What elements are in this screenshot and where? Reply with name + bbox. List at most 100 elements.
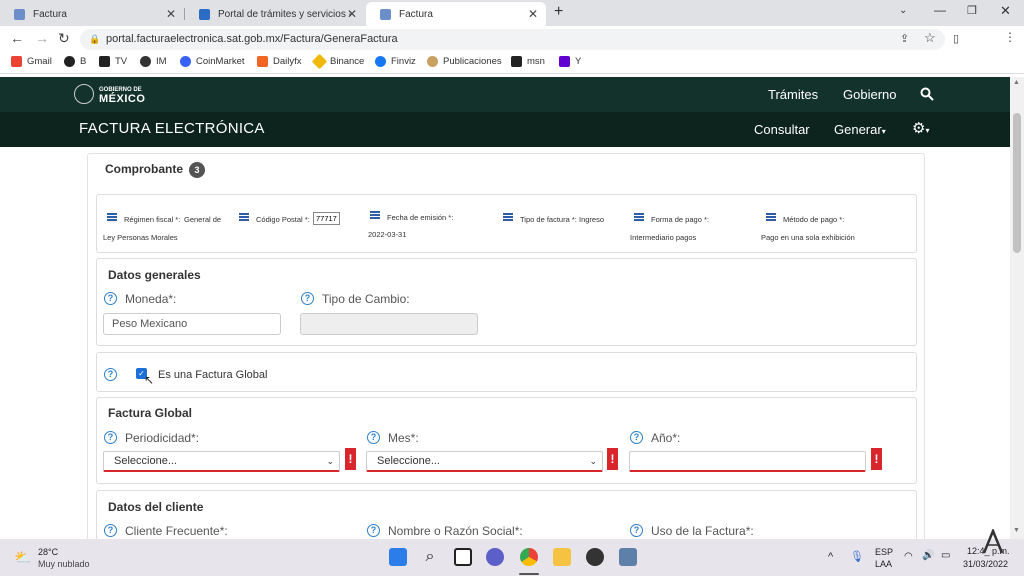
nav-generar[interactable]: Generar▾ — [834, 122, 886, 137]
tab-title: Factura — [399, 8, 433, 20]
gear-icon[interactable]: ⚙▾ — [912, 119, 929, 137]
battery-icon[interactable]: ▭ — [941, 550, 950, 561]
periodicidad-label: Periodicidad*: — [125, 431, 200, 445]
dailyfx-icon — [257, 56, 268, 67]
bookmark-label: Finviz — [391, 56, 416, 67]
moneda-field[interactable]: Peso Mexicano — [103, 313, 281, 335]
nav-tramites[interactable]: Trámites — [768, 87, 818, 102]
chevron-down-icon: ⌄ — [326, 456, 334, 466]
scroll-thumb[interactable] — [1013, 113, 1021, 253]
bookmark-dailyfx[interactable]: Dailyfx — [257, 56, 302, 67]
bookmark-msn[interactable]: msn — [511, 56, 545, 67]
weather-icon[interactable]: ⛅ — [14, 549, 31, 566]
browser-tab-active[interactable]: Factura ✕ — [366, 2, 546, 26]
list-icon — [370, 211, 380, 219]
start-icon[interactable] — [389, 548, 407, 566]
bookmark-publicaciones[interactable]: Publicaciones — [427, 56, 502, 67]
bookmark-tv[interactable]: TV — [99, 56, 127, 67]
tipo-cambio-field[interactable] — [300, 313, 478, 335]
datos-generales-panel: Datos generales ? Moneda*: Peso Mexicano… — [96, 258, 917, 346]
tab-title: Factura — [33, 8, 67, 20]
help-icon[interactable]: ? — [104, 431, 117, 444]
lang-2[interactable]: LAA — [875, 559, 892, 569]
close-icon[interactable]: ✕ — [528, 7, 538, 21]
factura-global-check-panel: ? ✓ Es una Factura Global ↖ — [96, 352, 917, 392]
menu-dots-icon[interactable]: ⋮ — [1004, 30, 1016, 44]
help-icon[interactable]: ? — [301, 292, 314, 305]
reload-icon[interactable]: ↻ — [58, 30, 70, 47]
tipo-cambio-label: Tipo de Cambio: — [322, 292, 410, 306]
bookmark-im[interactable]: IM — [140, 56, 167, 67]
chevron-down-icon: ⌄ — [589, 456, 597, 466]
bookmark-label: IM — [156, 56, 167, 67]
file-explorer-icon[interactable] — [553, 548, 571, 566]
calculator-icon[interactable] — [619, 548, 637, 566]
wifi-icon[interactable]: ◠ — [904, 551, 913, 562]
forma-label: Forma de pago *: — [651, 215, 709, 224]
bookmark-coinmarket[interactable]: CoinMarket — [180, 56, 245, 67]
close-window-icon[interactable]: ✕ — [1000, 3, 1011, 19]
chat-icon[interactable] — [486, 548, 504, 566]
mes-select[interactable]: Seleccione... ⌄ — [366, 451, 603, 472]
cp-value: 77717 — [313, 212, 340, 225]
count-badge: 3 — [189, 162, 205, 178]
scroll-down-icon[interactable]: ▼ — [1013, 527, 1020, 534]
bookmark-label: B — [80, 56, 87, 67]
bookmark-finviz[interactable]: Finviz — [375, 56, 416, 67]
star-icon[interactable]: ☆ — [924, 30, 936, 46]
forward-icon[interactable]: → — [35, 30, 49, 46]
search-icon[interactable] — [920, 87, 934, 101]
bookmark-gmail[interactable]: Gmail — [11, 56, 52, 67]
b-icon — [64, 56, 75, 67]
share-icon[interactable]: ⇪ — [900, 32, 909, 45]
nav-gobierno[interactable]: Gobierno — [843, 87, 896, 102]
lang-1[interactable]: ESP — [875, 547, 893, 557]
microphone-icon[interactable]: 🎙 — [850, 550, 864, 563]
periodicidad-select[interactable]: Seleccione... ⌄ — [103, 451, 340, 472]
close-icon[interactable]: ✕ — [347, 7, 357, 21]
help-icon[interactable]: ? — [104, 524, 117, 537]
select-value: Seleccione... — [114, 455, 177, 467]
url-field[interactable]: 🔒 portal.facturaelectronica.sat.gob.mx/F… — [80, 29, 945, 50]
help-icon[interactable]: ? — [367, 524, 380, 537]
search-icon[interactable]: ⌕ — [421, 548, 439, 566]
bookmark-binance[interactable]: Binance — [311, 53, 364, 70]
nav-consultar[interactable]: Consultar — [754, 122, 810, 137]
document-icon — [14, 8, 25, 20]
datos-cliente-panel: Datos del cliente ? Cliente Frecuente*: … — [96, 490, 917, 539]
scroll-up-icon[interactable]: ▲ — [1013, 79, 1020, 86]
task-view-icon[interactable] — [454, 548, 472, 566]
metodo-label: Método de pago *: — [783, 215, 845, 224]
comprobante-title: Comprobante 3 — [105, 162, 205, 178]
factura-global-title: Factura Global — [108, 406, 193, 420]
bookmark-y[interactable]: Y — [559, 56, 581, 67]
help-icon[interactable]: ? — [104, 292, 117, 305]
close-icon[interactable]: ✕ — [166, 7, 176, 21]
page-title: FACTURA ELECTRÓNICA — [79, 120, 265, 137]
binance-icon — [311, 53, 328, 70]
list-icon — [503, 213, 513, 221]
page-scrollbar[interactable]: ▲ ▼ — [1010, 77, 1024, 539]
chrome-icon[interactable] — [520, 548, 538, 566]
gov-header: GOBIERNO DE MÉXICO Trámites Gobierno — [0, 77, 1010, 112]
app-icon[interactable] — [586, 548, 604, 566]
help-icon[interactable]: ? — [630, 431, 643, 444]
anio-input[interactable] — [629, 451, 866, 472]
browser-tab[interactable]: Portal de trámites y servicios - SA ✕ — [185, 2, 365, 26]
help-icon[interactable]: ? — [367, 431, 380, 444]
back-icon[interactable]: ← — [10, 30, 24, 46]
help-icon[interactable]: ? — [104, 368, 117, 381]
volume-icon[interactable]: 🔊 — [922, 550, 934, 561]
help-icon[interactable]: ? — [630, 524, 643, 537]
clock-date[interactable]: 31/03/2022 — [963, 559, 1008, 569]
chevron-up-icon[interactable]: ^ — [828, 551, 833, 563]
bookmark-b[interactable]: B — [64, 56, 86, 67]
restore-icon[interactable]: ❐ — [967, 4, 977, 17]
new-tab-button[interactable]: + — [554, 3, 563, 21]
sidepanel-icon[interactable]: ▯ — [953, 32, 959, 45]
bookmark-label: Gmail — [27, 56, 52, 67]
list-icon — [766, 213, 776, 221]
minimize-icon[interactable]: — — [934, 3, 946, 17]
browser-tab[interactable]: Factura ✕ — [0, 2, 184, 26]
tab-search-icon[interactable]: ⌄ — [899, 5, 907, 16]
